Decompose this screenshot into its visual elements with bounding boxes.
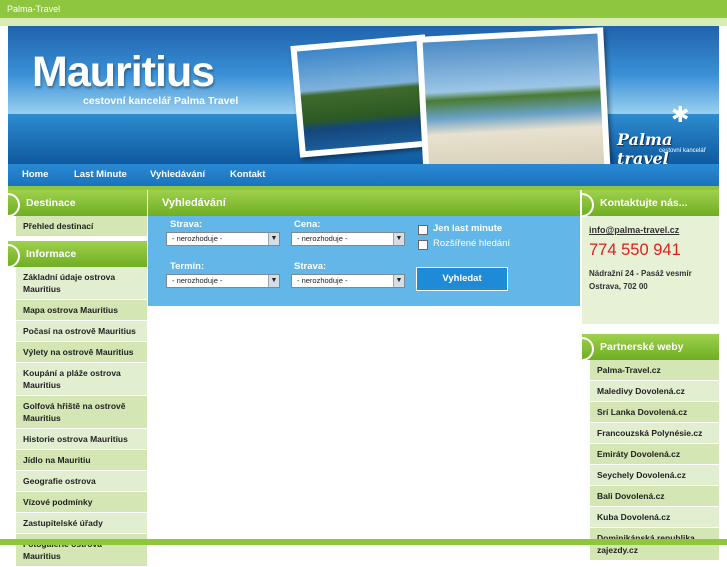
- contact-header: Kontaktujte nás...: [582, 190, 719, 217]
- sidebar-item-zakladni-udaje[interactable]: Základní údaje ostrova Mauritius: [8, 267, 147, 300]
- sidebar-item-mapa[interactable]: Mapa ostrova Mauritius: [8, 300, 147, 321]
- sidebar-item-vylety[interactable]: Výlety na ostrově Mauritius: [8, 342, 147, 363]
- chevron-down-icon: ▼: [268, 233, 279, 245]
- sidebar-item-zastupitelske-urady[interactable]: Zastupitelské úřady: [8, 513, 147, 534]
- sidebar-item-historie[interactable]: Historie ostrova Mauritius: [8, 429, 147, 450]
- cena-select[interactable]: - nerozhoduje - ▼: [291, 232, 405, 246]
- strava2-select-value: - nerozhoduje -: [297, 276, 348, 285]
- partner-link-kuba[interactable]: Kuba Dovolená.cz: [582, 507, 719, 528]
- cena-label: Cena:: [294, 219, 321, 230]
- partner-link-polynesie[interactable]: Francouzská Polynésie.cz: [582, 423, 719, 444]
- sidebar-item-prehled-destinaci[interactable]: Přehled destinací: [8, 216, 147, 237]
- sidebar-item-geografie[interactable]: Geografie ostrova: [8, 471, 147, 492]
- top-stripe: [0, 18, 727, 26]
- cena-select-value: - nerozhoduje -: [297, 234, 348, 243]
- contact-address-line1: Nádražní 24 - Pasáž vesmír: [589, 269, 692, 278]
- strava-select-value: - nerozhoduje -: [172, 234, 223, 243]
- nav-kontakt[interactable]: Kontakt: [230, 164, 265, 186]
- strava-select[interactable]: - nerozhoduje - ▼: [166, 232, 280, 246]
- right-sidebar: Kontaktujte nás... info@palma-travel.cz …: [582, 190, 719, 561]
- strava2-select[interactable]: - nerozhoduje - ▼: [291, 274, 405, 288]
- sidebar-item-golf[interactable]: Golfová hřiště na ostrově Mauritius: [8, 396, 147, 429]
- logo-subtitle: cestovní kancelář: [659, 148, 706, 154]
- palm-tree-icon: ✱: [671, 102, 690, 127]
- contact-email-link[interactable]: info@palma-travel.cz: [589, 225, 713, 235]
- banner-photo-palms: [290, 34, 435, 158]
- main-navigation: Home Last Minute Vyhledávání Kontakt: [8, 164, 719, 186]
- advanced-search-checkbox[interactable]: [418, 240, 428, 250]
- termin-select-value: - nerozhoduje -: [172, 276, 223, 285]
- partner-link-seychely[interactable]: Seychely Dovolená.cz: [582, 465, 719, 486]
- last-minute-label: Jen last minute: [433, 223, 503, 234]
- page: Mauritius cestovní kancelář Palma Travel…: [8, 26, 719, 567]
- sidebar-item-jidlo[interactable]: Jídlo na Mauritiu: [8, 450, 147, 471]
- termin-select[interactable]: - nerozhoduje - ▼: [166, 274, 280, 288]
- partners-header: Partnerské weby: [582, 334, 719, 361]
- search-panel: Vyhledávání Strava: Cena: - nerozhoduje …: [148, 190, 580, 306]
- nav-home[interactable]: Home: [22, 164, 48, 186]
- partner-link-sri-lanka[interactable]: Srí Lanka Dovolená.cz: [582, 402, 719, 423]
- chevron-down-icon: ▼: [393, 233, 404, 245]
- sidebar-item-koupani[interactable]: Koupání a pláže ostrova Mauritius: [8, 363, 147, 396]
- partner-link-palma-travel[interactable]: Palma-Travel.cz: [582, 360, 719, 381]
- banner-photo-beach: [416, 27, 611, 164]
- contact-box: info@palma-travel.cz 774 550 941 Nádražn…: [582, 216, 719, 324]
- informace-header: Informace: [8, 241, 147, 268]
- strava-label: Strava:: [170, 219, 203, 230]
- nav-vyhledavani[interactable]: Vyhledávání: [150, 164, 205, 186]
- site-title: Mauritius: [32, 48, 215, 96]
- contact-address-line2: Ostrava, 702 00: [589, 282, 648, 291]
- strava2-label: Strava:: [294, 261, 327, 272]
- last-minute-checkbox[interactable]: [418, 225, 428, 235]
- left-sidebar: Destinace Přehled destinací Informace Zá…: [8, 190, 147, 567]
- palma-travel-logo[interactable]: ✱ Palma travel cestovní kancelář: [611, 102, 719, 164]
- contact-address: Nádražní 24 - Pasáž vesmír Ostrava, 702 …: [589, 267, 713, 293]
- partner-link-emiraty[interactable]: Emiráty Dovolená.cz: [582, 444, 719, 465]
- nav-last-minute[interactable]: Last Minute: [74, 164, 127, 186]
- sidebar-item-vizove-podminky[interactable]: Vízové podmínky: [8, 492, 147, 513]
- window-title: Palma-Travel: [7, 4, 61, 14]
- window-title-bar: Palma-Travel: [0, 0, 727, 18]
- site-subtitle: cestovní kancelář Palma Travel: [83, 95, 239, 107]
- footer-bar: [0, 539, 727, 545]
- partner-link-maledivy[interactable]: Maledivy Dovolená.cz: [582, 381, 719, 402]
- contact-phone: 774 550 941: [589, 241, 681, 259]
- search-header: Vyhledávání: [148, 190, 580, 216]
- advanced-search-label: Rozšířené hledání: [433, 238, 511, 249]
- chevron-down-icon: ▼: [393, 275, 404, 287]
- header-banner: Mauritius cestovní kancelář Palma Travel…: [8, 26, 719, 164]
- search-submit-button[interactable]: Vyhledat: [416, 267, 508, 291]
- partner-link-bali[interactable]: Bali Dovolená.cz: [582, 486, 719, 507]
- chevron-down-icon: ▼: [268, 275, 279, 287]
- sidebar-item-pocasi[interactable]: Počasí na ostrově Mauritius: [8, 321, 147, 342]
- logo-name: Palma travel: [617, 130, 673, 164]
- destinace-header: Destinace: [8, 190, 147, 217]
- termin-label: Termín:: [170, 261, 205, 272]
